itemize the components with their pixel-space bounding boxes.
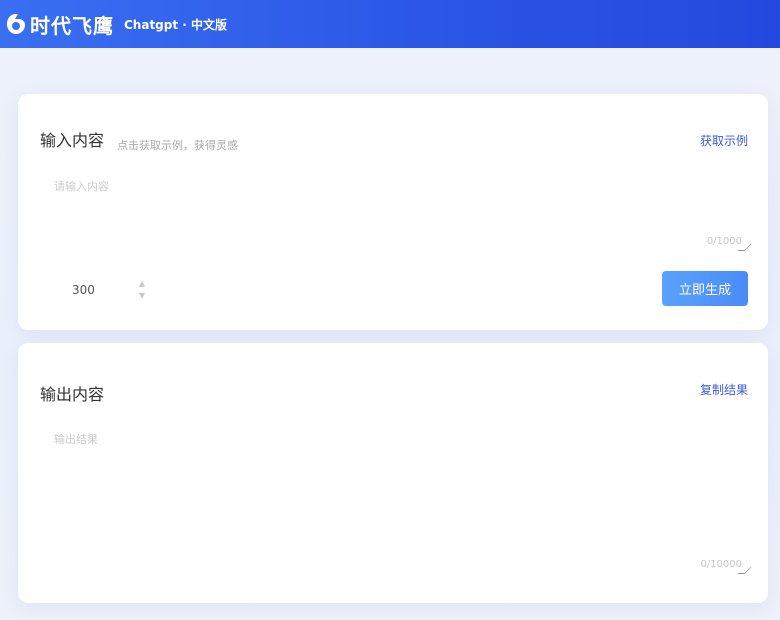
output-textarea[interactable] (40, 423, 750, 563)
length-stepper[interactable]: 300 ▲ ▼ (58, 278, 158, 302)
output-char-counter: 0/10000 (700, 559, 742, 570)
logo-icon (7, 14, 25, 34)
chevron-down-icon[interactable]: ▼ (139, 292, 145, 300)
input-card: 输入内容 点击获取示例，获得灵感 获取示例 0/1000 300 ▲ ▼ 立即生… (18, 94, 768, 330)
output-title: 输出内容 (40, 385, 105, 404)
input-textarea[interactable] (40, 170, 750, 250)
chevron-up-icon[interactable]: ▲ (139, 280, 145, 288)
logo[interactable]: 时代飞鹰 (6, 10, 114, 39)
top-bar: 时代飞鹰 Chatgpt · 中文版 (0, 0, 780, 48)
input-hint: 点击获取示例，获得灵感 (117, 139, 238, 152)
input-title: 输入内容 (40, 131, 105, 150)
product-name: Chatgpt · 中文版 (124, 17, 228, 32)
output-card: 输出内容 复制结果 0/10000 (18, 343, 768, 603)
length-stepper-value[interactable]: 300 (72, 283, 142, 297)
input-char-counter: 0/1000 (706, 236, 742, 247)
logo-text: 时代飞鹰 (30, 13, 114, 38)
stepper-arrows[interactable]: ▲ ▼ (136, 280, 148, 300)
get-example-link[interactable]: 获取示例 (700, 132, 748, 149)
generate-button[interactable]: 立即生成 (662, 271, 748, 306)
copy-result-link[interactable]: 复制结果 (700, 381, 748, 398)
